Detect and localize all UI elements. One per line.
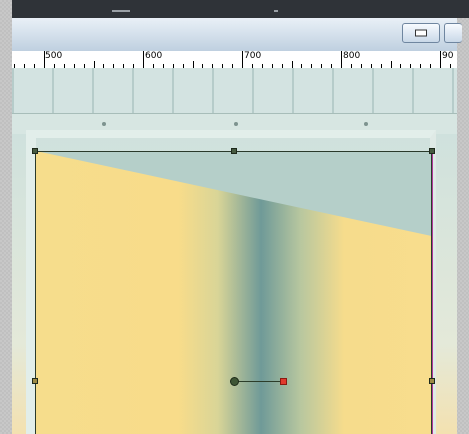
gradient-end-point[interactable] bbox=[280, 378, 287, 385]
photo-siding bbox=[12, 68, 457, 113]
ruler-label-800: 800 bbox=[343, 51, 361, 61]
handle-top-right[interactable] bbox=[429, 148, 435, 154]
photo-nail bbox=[234, 122, 238, 126]
gradient-direction-line bbox=[234, 381, 282, 382]
toolbar-divider bbox=[112, 10, 130, 12]
ruler-ticks bbox=[14, 51, 451, 68]
top-toolbar-strip bbox=[12, 0, 469, 18]
image-canvas[interactable] bbox=[12, 68, 457, 434]
minimize-icon bbox=[415, 29, 427, 37]
handle-top-center[interactable] bbox=[231, 148, 237, 154]
maximize-button[interactable] bbox=[444, 23, 462, 43]
photo-nail bbox=[364, 122, 368, 126]
gradient-start-point[interactable] bbox=[230, 377, 239, 386]
ruler-label-900: 90 bbox=[442, 51, 454, 61]
photo-nail bbox=[102, 122, 106, 126]
handle-top-left[interactable] bbox=[32, 148, 38, 154]
transform-bounding-box[interactable] bbox=[35, 151, 432, 434]
ruler-label-500: 500 bbox=[45, 51, 63, 61]
handle-middle-right[interactable] bbox=[429, 378, 435, 384]
canvas-window-titlebar bbox=[12, 18, 462, 52]
handle-middle-left[interactable] bbox=[32, 378, 38, 384]
minimize-button[interactable] bbox=[402, 23, 440, 43]
horizontal-ruler[interactable]: 500 600 700 800 90 bbox=[12, 51, 457, 69]
ruler-label-700: 700 bbox=[244, 51, 262, 61]
toolbar-divider bbox=[274, 10, 278, 12]
ruler-label-600: 600 bbox=[145, 51, 163, 61]
